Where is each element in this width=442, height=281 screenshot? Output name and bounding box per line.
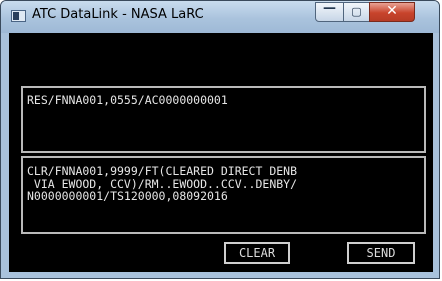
- app-icon: [11, 10, 26, 22]
- window-title: ATC DataLink - NASA LaRC: [32, 7, 204, 22]
- clearance-message-panel[interactable]: CLR/FNNA001,9999/FT(CLEARED DIRECT DENB …: [21, 156, 426, 234]
- response-message-text: RES/FNNA001,0555/AC0000000001: [27, 93, 228, 107]
- maximize-icon: ▢: [351, 5, 362, 18]
- close-icon: ✕: [386, 3, 398, 19]
- send-button[interactable]: SEND: [347, 242, 415, 264]
- response-message-panel[interactable]: RES/FNNA001,0555/AC0000000001: [21, 86, 426, 153]
- clear-button[interactable]: CLEAR: [224, 242, 290, 264]
- clearance-line: N0000000001/TS120000,08092016: [27, 189, 228, 203]
- minimize-button[interactable]: —: [315, 1, 344, 22]
- minimize-icon: —: [323, 1, 336, 16]
- title-bar[interactable]: ATC DataLink - NASA LaRC — ▢ ✕: [1, 1, 439, 33]
- clearance-line: CLR/FNNA001,9999/FT(CLEARED DIRECT DENB: [27, 164, 298, 178]
- maximize-button[interactable]: ▢: [343, 2, 370, 22]
- close-button[interactable]: ✕: [369, 2, 415, 22]
